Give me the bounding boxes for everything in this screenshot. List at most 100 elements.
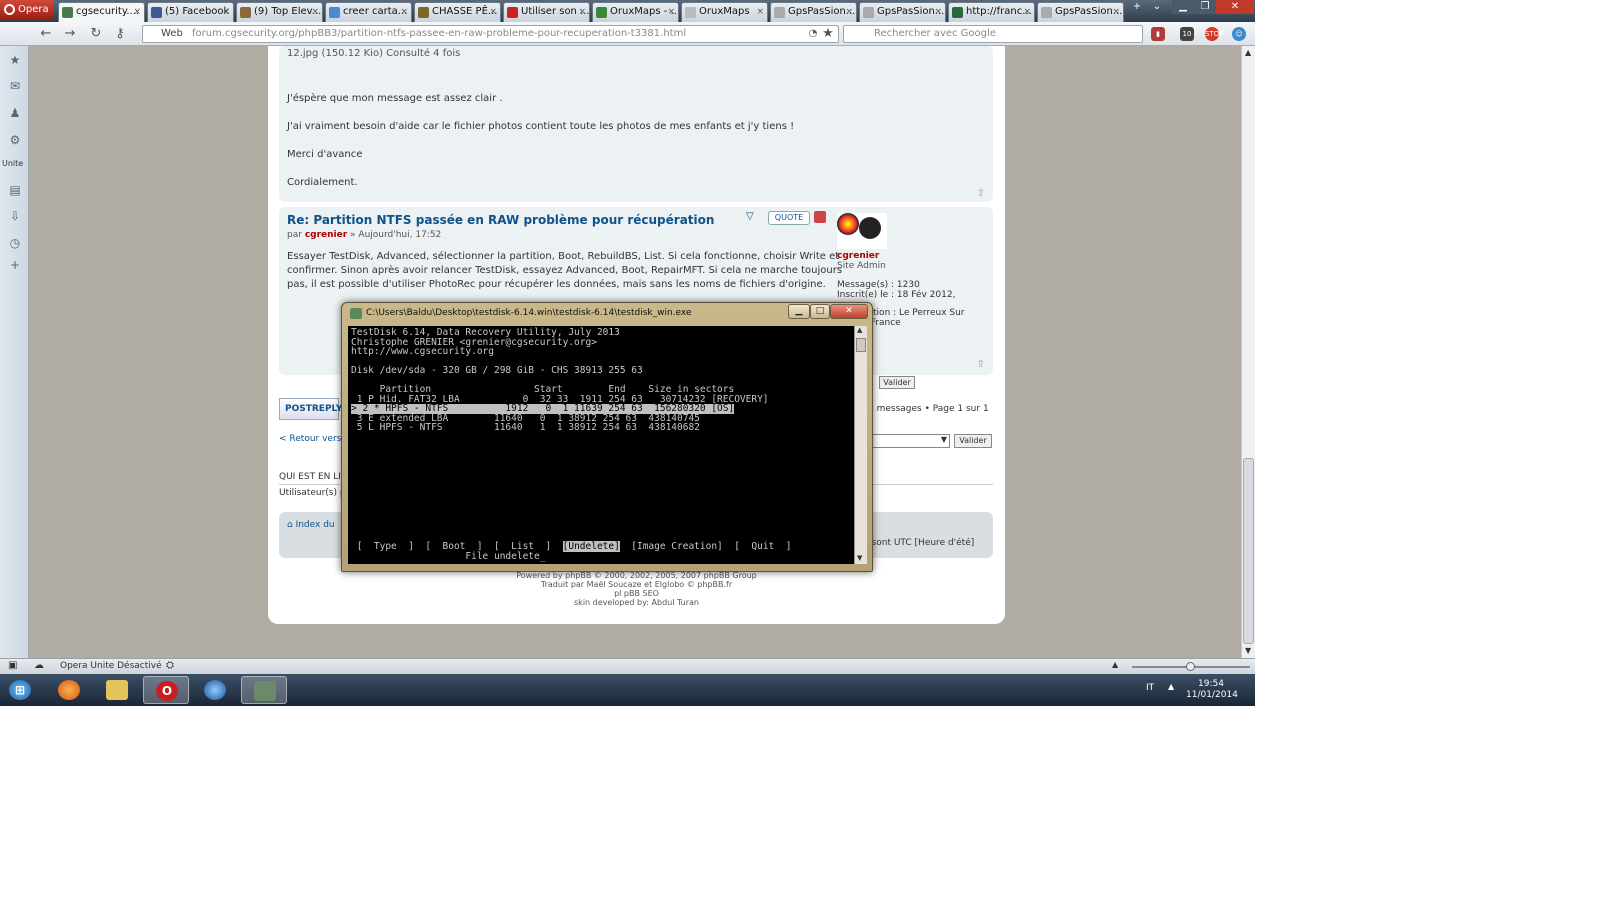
taskbar-firefox[interactable] <box>46 676 92 704</box>
reload-icon[interactable]: ↻ <box>88 26 104 42</box>
tab-close-icon[interactable]: × <box>400 3 408 21</box>
tab[interactable]: cgsecurity.... × <box>58 2 145 22</box>
new-tab-button[interactable]: + <box>1126 0 1148 14</box>
report-icon[interactable]: ▽ <box>746 211 754 222</box>
settings-gear-icon[interactable]: ⚙ <box>8 133 22 147</box>
tab-close-icon[interactable]: × <box>222 3 230 21</box>
page-scrollbar[interactable]: ▲ ▼ <box>1241 46 1255 658</box>
tab[interactable]: GpsPasSion... × <box>859 2 946 22</box>
downloads-icon[interactable]: ⇩ <box>8 209 22 223</box>
back-arrow-icon[interactable]: ← <box>38 26 54 42</box>
contacts-icon[interactable]: ♟ <box>8 106 22 120</box>
avatar[interactable] <box>837 213 887 249</box>
tab-close-icon[interactable]: × <box>756 3 764 21</box>
close-window-button[interactable]: ✕ <box>1216 0 1254 14</box>
console-scrollbar[interactable]: ▲ ▼ <box>854 326 867 564</box>
tab-close-icon[interactable]: × <box>845 3 853 21</box>
mail-icon[interactable]: ✉ <box>8 79 22 93</box>
tab[interactable]: GpsPasSion... × <box>770 2 857 22</box>
unite-label[interactable]: Unite <box>2 159 23 168</box>
tab[interactable]: creer carta... × <box>325 2 412 22</box>
key-icon[interactable]: ⚷ <box>112 26 128 42</box>
index-link[interactable]: ⌂ Index du <box>287 520 335 530</box>
tab[interactable]: http://franc... × <box>948 2 1035 22</box>
back-to-top-icon[interactable]: ⇧ <box>977 359 985 370</box>
bookmark-star-icon[interactable]: ★ <box>820 26 836 42</box>
tab[interactable]: OruxMaps - ... × <box>592 2 679 22</box>
add-panel-icon[interactable]: + <box>8 258 22 272</box>
extension-user-icon[interactable]: ☺ <box>1232 27 1246 41</box>
history-clock-icon[interactable]: ◷ <box>8 236 22 250</box>
console-close-button[interactable]: ✕ <box>830 304 868 319</box>
extension-bookmark-icon[interactable]: ▮ <box>1151 27 1165 41</box>
unite-icon[interactable]: ☁ <box>34 660 44 671</box>
tab-menu-chevron-icon[interactable]: ⌄ <box>1146 0 1168 14</box>
tab-close-icon[interactable]: × <box>1023 3 1031 21</box>
extension-stop-icon[interactable]: STOP <box>1205 27 1223 41</box>
menu-right[interactable]: [Image Creation] [ Quit ] <box>620 541 791 552</box>
post-reply-button[interactable]: POSTREPLY <box>279 398 342 420</box>
console-scroll-down-icon[interactable]: ▼ <box>857 554 862 562</box>
scroll-down-icon[interactable]: ▼ <box>1245 646 1251 655</box>
view-up-icon[interactable]: ▲ <box>1112 660 1118 669</box>
console-terminal[interactable]: TestDisk 6.14, Data Recovery Utility, Ju… <box>348 326 854 564</box>
console-scroll-thumb[interactable] <box>856 338 866 352</box>
valider-button-top[interactable]: Valider <box>879 376 915 389</box>
tab-close-icon[interactable]: × <box>934 3 942 21</box>
tab[interactable]: (9) Top Elev... × <box>236 2 323 22</box>
valider-button[interactable]: Valider <box>954 434 992 448</box>
tab-close-icon[interactable]: × <box>1112 3 1120 21</box>
tab[interactable]: (5) Facebook × <box>147 2 234 22</box>
post-line: J'éspère que mon message est assez clair… <box>287 93 503 104</box>
tab-close-icon[interactable]: × <box>311 3 319 21</box>
extension-mail-icon[interactable]: 10 <box>1180 27 1194 41</box>
minimize-button[interactable]: ▁ <box>1172 0 1194 14</box>
console-scroll-up-icon[interactable]: ▲ <box>857 326 862 334</box>
taskbar-opera[interactable]: O <box>143 676 189 704</box>
testdisk-console-window[interactable]: C:\Users\Baldu\Desktop\testdisk-6.14.win… <box>341 302 873 572</box>
zoom-slider[interactable] <box>1132 662 1250 671</box>
back-to-top-icon[interactable]: ⇧ <box>977 188 985 199</box>
tab-label: OruxMaps <box>699 6 750 17</box>
zoom-slider-knob[interactable] <box>1186 662 1195 671</box>
tab[interactable]: Utiliser son ... × <box>503 2 590 22</box>
tab-close-icon[interactable]: × <box>667 3 675 21</box>
console-minimize-button[interactable]: ▁ <box>788 304 810 319</box>
rss-icon[interactable]: ◔ <box>805 26 821 42</box>
avatar-graphic-icon <box>837 213 859 235</box>
address-field[interactable]: Web forum.cgsecurity.org/phpBB3/partitio… <box>142 25 839 43</box>
restore-button[interactable]: ❐ <box>1194 0 1216 14</box>
notes-icon[interactable]: ▤ <box>8 183 22 197</box>
tab-close-icon[interactable]: × <box>489 3 497 21</box>
opera-menu-button[interactable]: Opera <box>0 0 54 19</box>
warn-icon[interactable] <box>814 211 826 223</box>
terminal-line[interactable]: 5 L HPFS - NTFS 11640 1 1 38912 254 63 4… <box>351 423 700 433</box>
tray-chevron-icon[interactable]: ▲ <box>1168 682 1174 691</box>
tab-close-icon[interactable]: × <box>133 3 141 21</box>
tab[interactable]: CHASSE PÊ... × <box>414 2 501 22</box>
back-link[interactable]: < Retour vers <box>279 434 341 444</box>
bookmarks-star-icon[interactable]: ★ <box>8 53 22 67</box>
menu-undelete[interactable]: [Undelete] <box>562 541 620 552</box>
scrollbar-thumb[interactable] <box>1243 458 1254 644</box>
console-maximize-button[interactable]: □ <box>810 304 830 319</box>
start-button[interactable]: ⊞ <box>2 676 40 704</box>
forward-arrow-icon[interactable]: → <box>62 26 78 42</box>
byline-author[interactable]: cgrenier <box>305 230 347 240</box>
reply-title[interactable]: Re: Partition NTFS passée en RAW problèm… <box>287 213 714 227</box>
tab[interactable]: GpsPasSion... × <box>1037 2 1124 22</box>
profile-name[interactable]: cgrenier <box>837 251 879 261</box>
clock[interactable]: 19:54 11/01/2014 <box>1186 679 1238 701</box>
taskbar-google-earth[interactable] <box>192 676 238 704</box>
jump-select[interactable]: ▼ <box>868 434 950 448</box>
turbo-icon[interactable]: ⛭ <box>166 660 174 671</box>
tab-close-icon[interactable]: × <box>578 3 586 21</box>
taskbar-testdisk[interactable] <box>241 676 287 704</box>
tab[interactable]: OruxMaps × <box>681 2 768 22</box>
quote-button[interactable]: QUOTE <box>768 211 810 225</box>
scroll-up-icon[interactable]: ▲ <box>1245 48 1251 57</box>
panel-toggle-icon[interactable]: ▣ <box>8 660 17 671</box>
language-indicator[interactable]: IT <box>1146 683 1154 693</box>
taskbar-explorer[interactable] <box>94 676 140 704</box>
search-field[interactable]: Rechercher avec Google <box>843 25 1143 43</box>
